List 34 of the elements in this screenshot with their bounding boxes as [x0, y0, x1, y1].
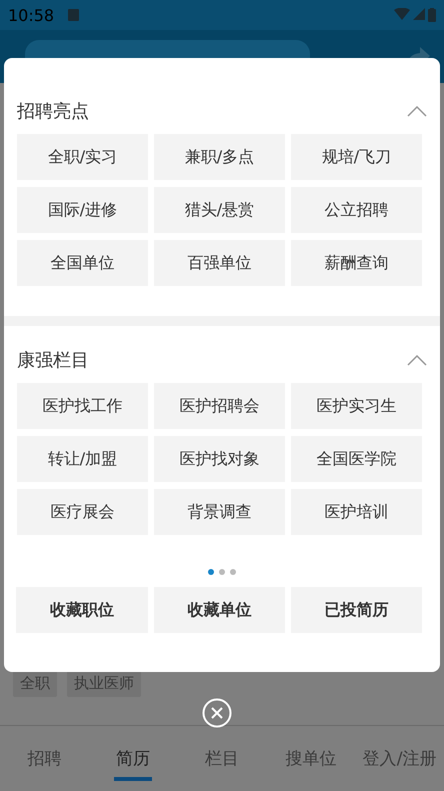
- notification-icon: [68, 9, 80, 21]
- category-button[interactable]: 医护找对象: [154, 436, 285, 482]
- category-button[interactable]: 国际/进修: [17, 187, 148, 233]
- signal-icon: [413, 8, 425, 20]
- status-time: 10:58: [8, 6, 54, 24]
- category-button[interactable]: 医疗展会: [17, 489, 148, 535]
- section-title: 康强栏目: [17, 349, 89, 372]
- category-button[interactable]: 规培/飞刀: [291, 134, 422, 180]
- wifi-icon: [394, 8, 410, 20]
- section-title: 招聘亮点: [17, 100, 89, 123]
- category-button[interactable]: 兼职/多点: [154, 134, 285, 180]
- category-button[interactable]: 背景调查: [154, 489, 285, 535]
- shortcut-button[interactable]: 已投简历: [291, 587, 422, 633]
- category-button[interactable]: 医护招聘会: [154, 383, 285, 429]
- shortcut-button[interactable]: 收藏单位: [154, 587, 285, 633]
- close-icon[interactable]: [202, 698, 232, 728]
- category-button[interactable]: 医护找工作: [17, 383, 148, 429]
- battery-icon: [428, 8, 436, 22]
- category-button[interactable]: 全国单位: [17, 240, 148, 286]
- job-tag: 执业医师: [67, 670, 141, 697]
- category-button[interactable]: 医护实习生: [291, 383, 422, 429]
- category-button[interactable]: 转让/加盟: [17, 436, 148, 482]
- shortcut-button[interactable]: 收藏职位: [16, 587, 148, 633]
- category-button[interactable]: 薪酬查询: [291, 240, 422, 286]
- category-button[interactable]: 猎头/悬赏: [154, 187, 285, 233]
- category-button[interactable]: 百强单位: [154, 240, 285, 286]
- chevron-up-icon[interactable]: [407, 106, 427, 116]
- category-button[interactable]: 医护培训: [291, 489, 422, 535]
- job-tag: 全职: [13, 670, 57, 697]
- category-button[interactable]: 公立招聘: [291, 187, 422, 233]
- category-button[interactable]: 全国医学院: [291, 436, 422, 482]
- nav-tab[interactable]: 简历: [88, 726, 178, 791]
- category-button[interactable]: 全职/实习: [17, 134, 148, 180]
- chevron-up-icon[interactable]: [407, 354, 427, 366]
